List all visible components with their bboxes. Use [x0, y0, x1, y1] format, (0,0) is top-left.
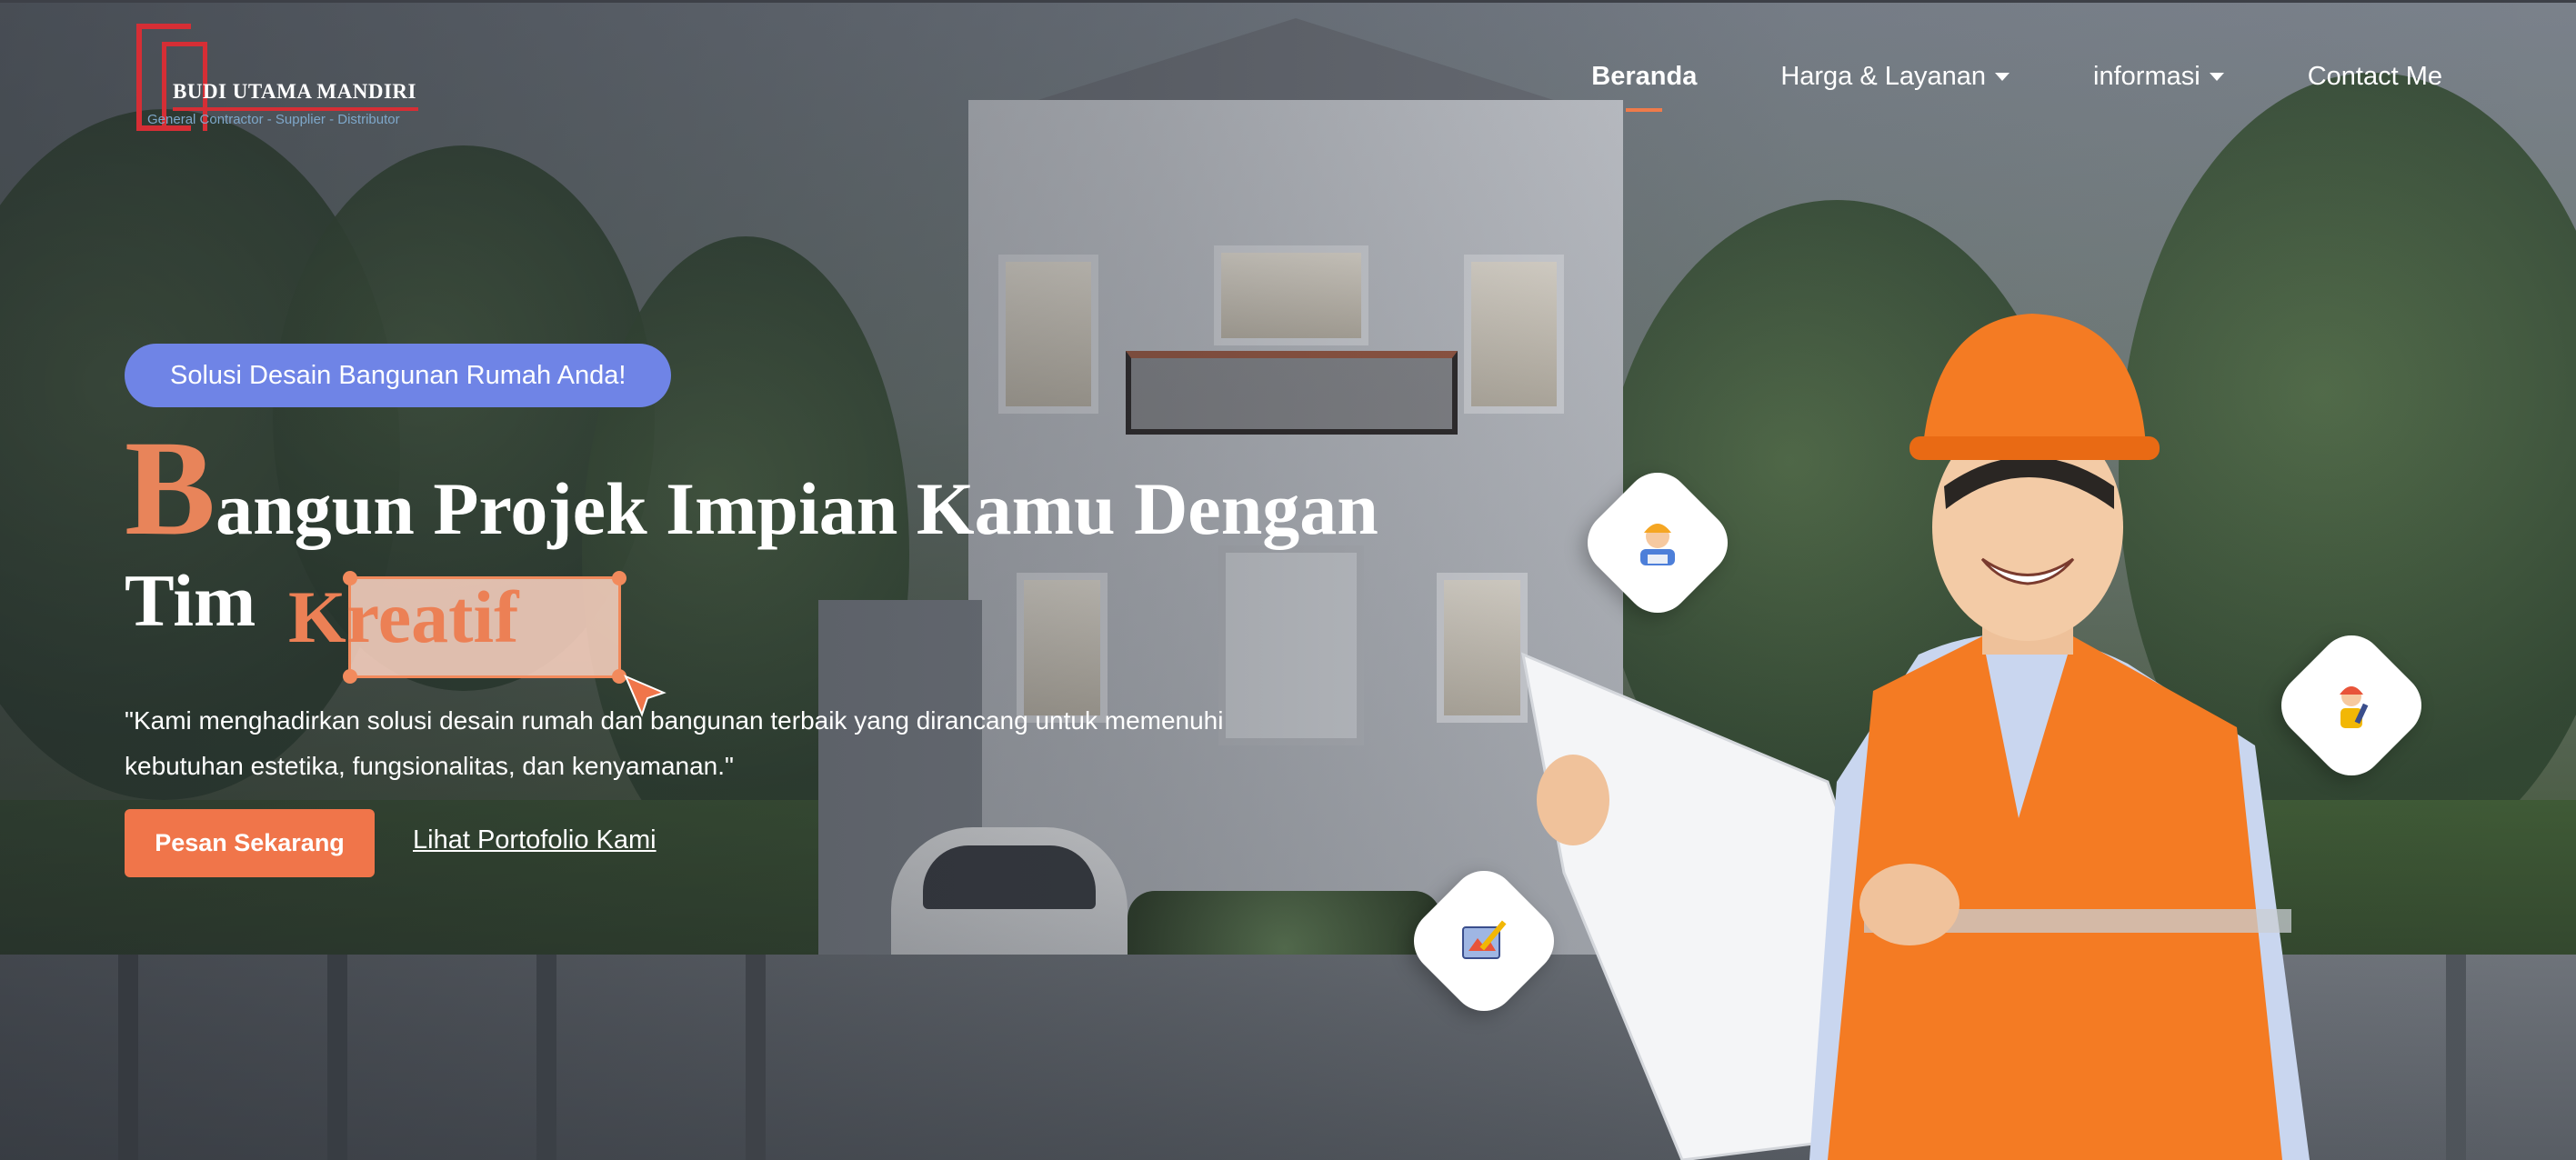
headline-line-1-text: angun Projek Impian Kamu Dengan	[216, 467, 1378, 550]
construction-worker-image	[1521, 314, 2310, 1160]
selection-handle[interactable]	[612, 571, 626, 585]
hero-description: "Kami menghadirkan solusi desain rumah d…	[125, 706, 1224, 780]
headline-accent-word: Kreatif	[288, 575, 519, 658]
hero-pill-badge: Solusi Desain Bangunan Rumah Anda!	[125, 344, 672, 407]
main-nav: Beranda Harga & Layanan informasi Contac…	[1591, 62, 2442, 112]
caret-down-icon	[1995, 73, 2010, 81]
brand-tagline: General Contractor - Supplier - Distribu…	[147, 112, 400, 127]
nav-item-contact[interactable]: Contact Me	[2308, 62, 2442, 92]
top-border	[0, 0, 2576, 3]
caret-down-icon	[2209, 73, 2224, 81]
nav-item-informasi[interactable]: informasi	[2093, 62, 2224, 92]
nav-item-beranda[interactable]: Beranda	[1591, 62, 1698, 112]
nav-item-harga-layanan[interactable]: Harga & Layanan	[1780, 62, 2010, 92]
logo-underline	[173, 107, 418, 111]
nav-item-label: informasi	[2093, 62, 2200, 91]
headline-line-2-prefix: Tim	[125, 559, 256, 642]
active-underline	[1626, 108, 1663, 112]
selection-handle[interactable]	[343, 669, 357, 684]
blueprint-icon	[1462, 920, 1507, 959]
brand-name: BUDI UTAMA MANDIRI	[173, 80, 416, 103]
headline-initial: B	[125, 413, 216, 564]
nav-item-label: Harga & Layanan	[1780, 62, 1987, 91]
order-now-button[interactable]: Pesan Sekarang	[125, 809, 375, 877]
brand-logo[interactable]: BUDI UTAMA MANDIRI General Contractor - …	[136, 24, 427, 133]
worker-icon	[2340, 686, 2369, 728]
portfolio-link[interactable]: Lihat Portofolio Kami	[413, 825, 657, 855]
nav-item-label: Contact Me	[2307, 62, 2442, 91]
nav-item-label: Beranda	[1591, 62, 1698, 91]
headline-line-1: B angun Projek Impian Kamu Dengan	[125, 420, 1378, 556]
